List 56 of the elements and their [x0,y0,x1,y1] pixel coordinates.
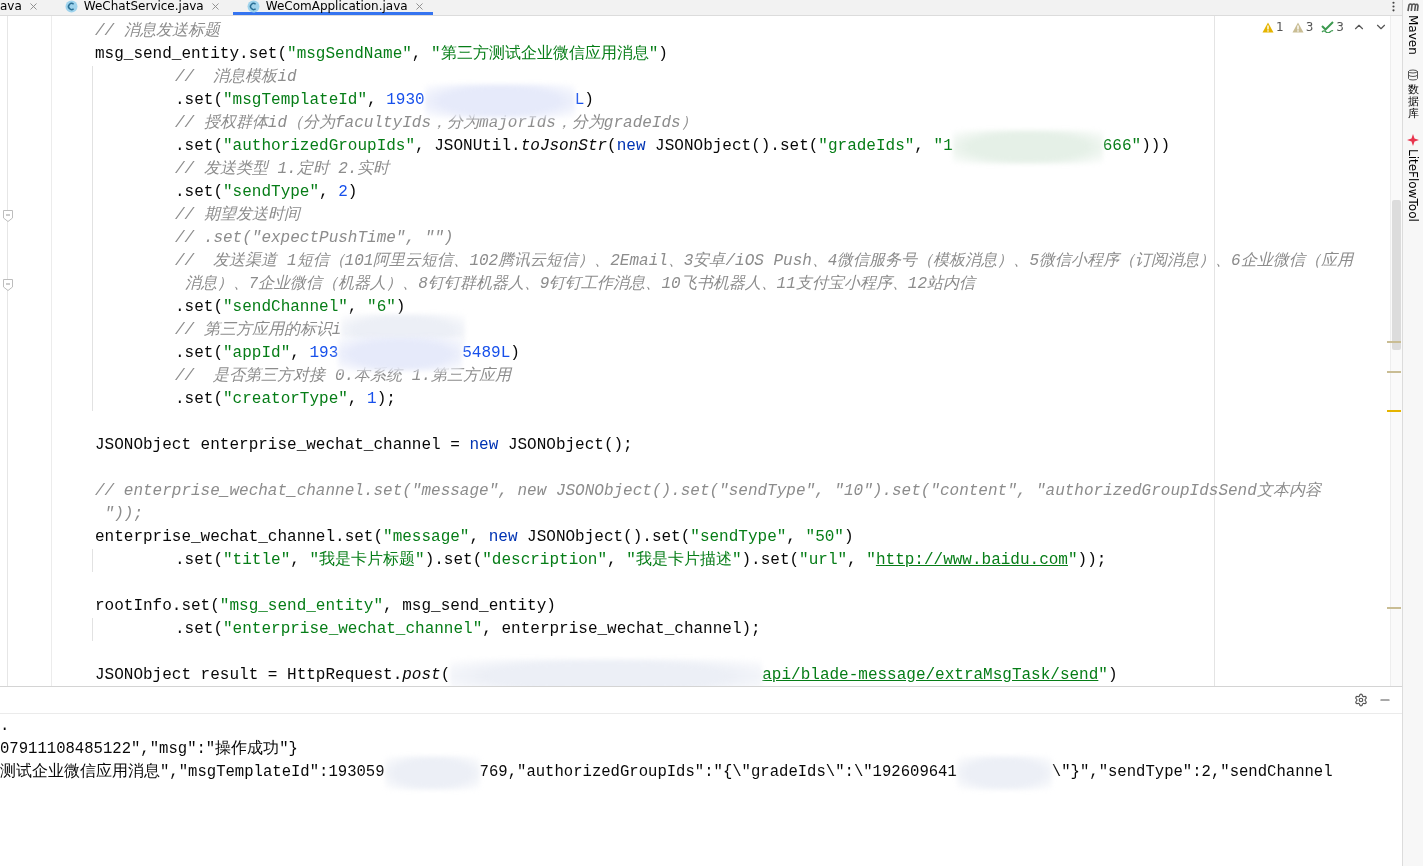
tool-window-button[interactable]: 数据库 [1407,83,1419,121]
code-line: // 消息模板id [175,67,297,88]
code-line: JSONObject result = HttpRequest.post( [95,665,451,686]
star-burst-icon [1407,134,1419,147]
scrollbar-thumb[interactable] [1392,200,1401,350]
code-line: .set("appId", 193 [175,343,339,364]
close-icon[interactable] [27,0,39,12]
issue-count: 3 [1305,20,1314,34]
editor-tab[interactable]: WeComApplication.java [232,0,433,15]
code-line: // .set("expectPushTime", "") [175,228,454,249]
code-line: .set("sendType", 2) [175,182,358,203]
warning-icon [1291,21,1304,33]
warning-icon [1262,21,1275,33]
console-line: 07911108485122","msg":"操作成功"} [0,739,298,760]
editor-tab[interactable]: ava [0,0,47,15]
console-line: \"}","sendType":2,"sendChannel [1051,762,1333,783]
code-line: .set("authorizedGroupIds", JSONUtil.toJsonStr(new JSONObject().set("gradeIds", "1 [175,136,953,157]
editor-tab[interactable]: WeChatService.java [50,0,229,15]
code-line: // 发送渠道 1短信（101阿里云短信、102腾讯云短信）、2Email、3安卓/iOS Push、4微信服务号（模板消息）、5微信小程序（订阅消息）、6企业微信（应用 [175,250,1353,272]
code-line: .set("sendChannel", "6") [175,297,406,318]
close-icon[interactable] [413,0,425,12]
code-line: .set("title", "我是卡片标题").set("description", "我是卡片描述").set("url", "http://www.baidu.com")); [175,550,1107,571]
fold-marker-icon[interactable] [3,210,13,222]
issue-count: 3 [1336,20,1344,34]
check-icon [1321,21,1335,33]
fold-marker-icon[interactable] [3,279,13,291]
code-line: rootInfo.set("msg_send_entity", msg_send_entity) [95,596,556,617]
code-line: JSONObject enterprise_wechat_channel = new JSONObject(); [95,435,633,456]
database-icon [1407,68,1419,81]
console-line: 769,"authorizedGroupIds":"{\"gradeIds\":\"192609641 [479,762,957,783]
code-line: // enterprise_wechat_channel.set("message", new JSONObject().set("sendType", "10").set("content", "authorizedGroupIdsSend文本内容 [95,480,1321,502]
code-line: .set("msgTemplateId", 1930 [175,90,425,111]
code-line: // 授权群体id（分为facultyIds，分为majorIds，分为gradeIds） [175,113,697,134]
code-line: .set("enterprise_wechat_channel", enterprise_wechat_channel); [175,619,761,640]
console-line: . [0,716,10,737]
code-line: msg_send_entity.set("msgSendName", "第三方测试企业微信应用消息") [95,43,668,65]
code-line: 消息）、7企业微信（机器人）、8钉钉群机器人、9钉钉工作消息、10飞书机器人、11支付宝小程序、12站内信 [183,273,975,295]
code-line: // 发送类型 1.定时 2.实时 [175,158,390,180]
code-line: ")); [103,504,143,525]
code-line: api/blade-message/extraMsgTask/send") [762,665,1118,686]
code-line: // 期望发送时间 [175,204,300,226]
tool-window-button[interactable]: Maven [1406,15,1420,55]
code-line: .set("creatorType", 1); [175,389,396,410]
code-line: // 第三方应用的标识i [175,319,342,341]
close-icon[interactable] [209,0,221,12]
settings-icon[interactable] [1354,693,1368,707]
code-line: 5489L) [462,343,520,364]
console-line: 测试企业微信应用消息","msgTemplateId":193059 [0,761,385,783]
code-line: enterprise_wechat_channel.set("message", new JSONObject().set("sendType", "50") [95,527,854,548]
code-line: L) [574,90,594,111]
code-line: // 是否第三方对接 0.本系统 1.第三方应用 [175,365,511,387]
tool-window-button[interactable]: LiteFlowTool [1406,149,1420,222]
code-line: 666"))) [1102,136,1170,157]
code-line: // 消息发送标题 [95,21,220,42]
arches-icon [1407,2,1419,12]
issue-count: 1 [1276,20,1284,34]
